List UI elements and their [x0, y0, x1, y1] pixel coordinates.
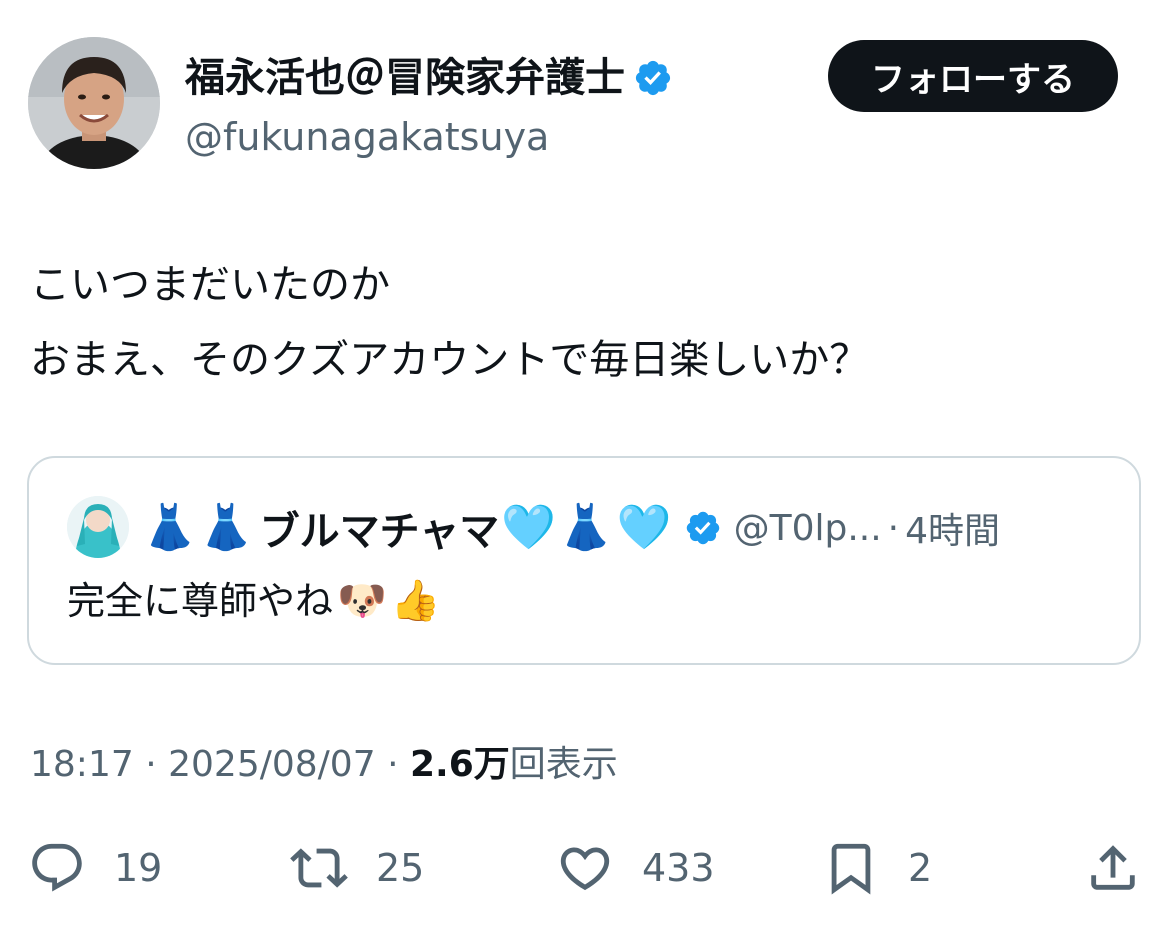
quoted-tweet-card[interactable]: 👗 👗 ブルマチャマ 🩵 👗 🩵 @T0lp... · 4時間 完全に尊師やね … [27, 456, 1141, 665]
quoted-text-body: 完全に尊師やね [67, 579, 334, 623]
retweet-count: 25 [376, 846, 425, 890]
quoted-tweet-text: 完全に尊師やね 🐶 👍 [67, 573, 441, 629]
bookmark-icon [831, 843, 871, 895]
like-button[interactable]: 433 [556, 833, 715, 903]
tweet-meta: 18:17 · 2025/08/07 · 2.6万回表示 [30, 740, 618, 790]
retweet-icon [290, 848, 348, 888]
like-count: 433 [642, 846, 715, 890]
author-avatar-image [28, 37, 160, 169]
quoted-author-handle[interactable]: @T0lp... [734, 508, 882, 549]
author-display-name[interactable]: 福永活也＠冒険家弁護士 [185, 53, 625, 103]
share-icon [1091, 845, 1135, 890]
tweet-text-line: おまえ、そのクズアカウントで毎日楽しいか？ [30, 337, 870, 383]
author-name-row: 福永活也＠冒険家弁護士 [185, 53, 673, 103]
tweet-header: 福永活也＠冒険家弁護士 @fukunagakatsuya フォローする [28, 37, 1142, 171]
share-button[interactable] [1084, 833, 1142, 903]
tweet-time[interactable]: 18:17 [30, 744, 134, 785]
author-handle[interactable]: @fukunagakatsuya [185, 113, 549, 161]
views-count: 2.6万 [409, 744, 510, 785]
views-label: 回表示 [509, 744, 618, 785]
reply-button[interactable]: 19 [28, 833, 162, 903]
reply-count: 19 [114, 846, 163, 890]
quoted-separator: · [887, 507, 900, 549]
verified-badge-icon [686, 511, 719, 545]
dress-emoji-icon: 👗 [142, 502, 197, 553]
quoted-author-name[interactable]: ブルマチャマ [260, 499, 500, 557]
dress-emoji-icon: 👗 [558, 502, 613, 553]
verified-badge-icon [635, 60, 671, 96]
follow-button[interactable]: フォローする [828, 40, 1118, 112]
thumbs-up-emoji-icon: 👍 [390, 578, 441, 624]
dog-face-emoji-icon: 🐶 [337, 578, 387, 624]
bookmark-button[interactable]: 2 [822, 833, 932, 903]
light-blue-heart-emoji-icon: 🩵 [501, 502, 556, 553]
dress-emoji-icon: 👗 [198, 502, 254, 553]
author-avatar[interactable] [28, 37, 160, 169]
retweet-button[interactable]: 25 [290, 833, 424, 903]
quoted-timestamp[interactable]: 4時間 [905, 502, 1000, 554]
reply-icon [32, 843, 82, 892]
light-blue-heart-emoji-icon: 🩵 [616, 502, 672, 553]
tweet-text-line: こいつまだいたのか [30, 262, 390, 308]
bookmark-count: 2 [908, 846, 933, 890]
meta-separator: · [145, 744, 157, 785]
quoted-tweet-header: 👗 👗 ブルマチャマ 🩵 👗 🩵 @T0lp... · 4時間 [142, 500, 1000, 556]
like-icon [560, 847, 610, 891]
quoted-author-avatar[interactable] [67, 496, 129, 558]
meta-separator: · [387, 744, 399, 785]
tweet-text: こいつまだいたのか おまえ、そのクズアカウントで毎日楽しいか？ [30, 248, 1140, 398]
tweet-date[interactable]: 2025/08/07 [168, 744, 376, 785]
tweet-actions-bar: 19 25 433 2 [0, 833, 1170, 903]
quoted-avatar-image [67, 496, 129, 558]
